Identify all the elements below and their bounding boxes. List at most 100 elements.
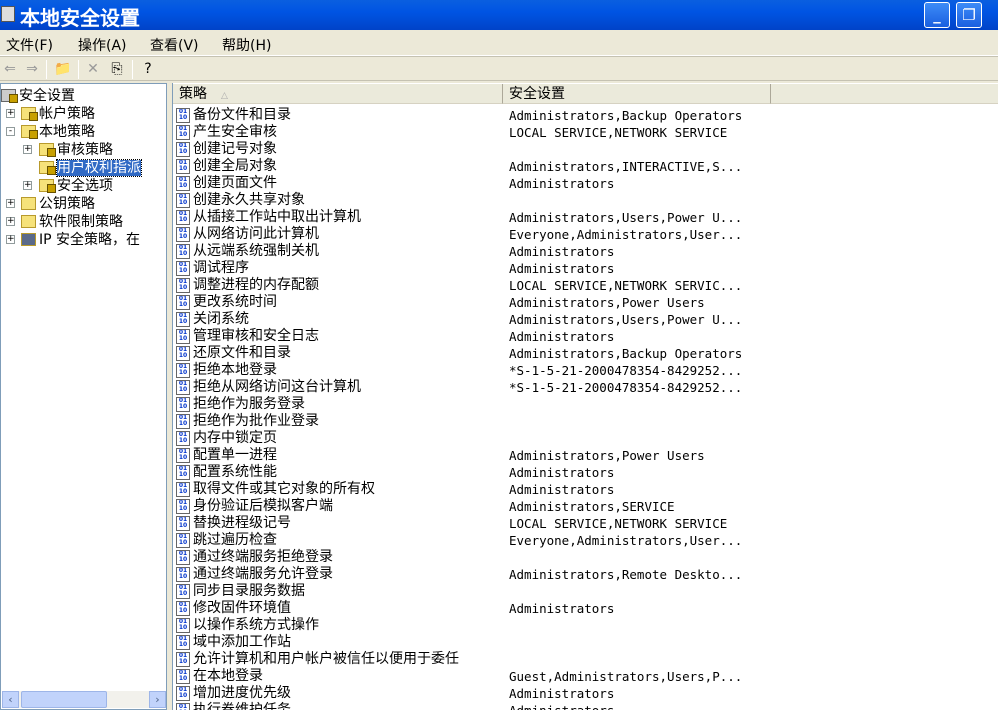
policy-setting: Administrators,SERVICE	[509, 499, 675, 514]
policy-name: 从网络访问此计算机	[193, 226, 319, 242]
table-row[interactable]: 0110执行卷维护任务 Administrators	[173, 702, 998, 710]
table-row[interactable]: 01 10 配置单一进程 Administrators,Power Users	[173, 447, 998, 464]
table-row[interactable]: 01 10 创建记号对象	[173, 141, 998, 158]
policy-name: 允许计算机和用户帐户被信任以便用于委任	[193, 651, 459, 667]
policy-setting: Administrators,INTERACTIVE,S...	[509, 159, 743, 174]
help-icon[interactable]: ?	[139, 60, 157, 78]
horizontal-scrollbar[interactable]: ‹ ›	[2, 691, 166, 708]
table-row[interactable]: 01 10 从网络访问此计算机 Everyone,Administrators,Use…	[173, 226, 998, 243]
policy-name: 身份验证后模拟客户端	[193, 498, 333, 514]
table-row[interactable]: 01 10 拒绝从网络访问这台计算机 *S-1-5-21-2000478354-842…	[173, 379, 998, 396]
table-row[interactable]: 01 10 通过终端服务允许登录 Administrators,Remote Desk…	[173, 566, 998, 583]
policy-icon: 0110	[176, 550, 190, 565]
up-folder-icon[interactable]: 📁	[54, 60, 72, 78]
column-header-setting[interactable]: 安全设置	[503, 84, 771, 104]
table-row[interactable]: 01 10 还原文件和目录 Administrators,Backup Operato…	[173, 345, 998, 362]
column-header-policy[interactable]: 策略 △	[173, 84, 503, 104]
policy-icon: 0110	[176, 176, 190, 191]
tree-item[interactable]: + IP 安全策略，在	[6, 231, 140, 249]
tree-item[interactable]: + 安全选项	[23, 177, 113, 195]
table-row[interactable]: 01 10 调试程序 Administrators	[173, 260, 998, 277]
minimize-button[interactable]: _	[924, 2, 950, 28]
table-row[interactable]: 01 10 在本地登录 Guest,Administrators,Users,P...	[173, 668, 998, 685]
expand-icon[interactable]: +	[6, 199, 15, 208]
table-row[interactable]: 01 10 以操作系统方式操作	[173, 617, 998, 634]
table-row[interactable]: 01 10 跳过遍历检查 Everyone,Administrators,User..…	[173, 532, 998, 549]
menu-file[interactable]: 文件(F)	[6, 35, 53, 55]
policy-name: 产生安全审核	[193, 124, 277, 140]
tree-item-label: 帐户策略	[39, 106, 95, 122]
locked-folder-icon	[21, 107, 38, 121]
policy-icon: 0110	[176, 635, 190, 650]
expand-icon[interactable]: +	[23, 145, 32, 154]
menu-view[interactable]: 查看(V)	[150, 35, 199, 55]
tree-item[interactable]: 安全设置	[1, 87, 75, 105]
scroll-right-button[interactable]: ›	[149, 691, 166, 708]
policy-name: 同步目录服务数据	[193, 583, 305, 599]
table-row[interactable]: 01 10 替换进程级记号 LOCAL SERVICE,NETWORK SERVICE	[173, 515, 998, 532]
expand-icon[interactable]: +	[6, 109, 15, 118]
table-row[interactable]: 01 10 修改固件环境值 Administrators	[173, 600, 998, 617]
policy-icon: 0110	[176, 482, 190, 497]
table-row[interactable]: 01 10 备份文件和目录 Administrators,Backup Operato…	[173, 107, 998, 124]
table-row[interactable]: 01 10 创建页面文件 Administrators	[173, 175, 998, 192]
tree-item[interactable]: + 软件限制策略	[6, 213, 123, 231]
delete-icon[interactable]: ✕	[84, 60, 102, 78]
table-row[interactable]: 01 10 域中添加工作站	[173, 634, 998, 651]
table-row[interactable]: 01 10 同步目录服务数据	[173, 583, 998, 600]
table-row[interactable]: 01 10 通过终端服务拒绝登录	[173, 549, 998, 566]
tree-item-label: 审核策略	[57, 142, 113, 158]
expand-icon[interactable]: +	[23, 181, 32, 190]
table-row[interactable]: 01 10 更改系统时间 Administrators,Power Users	[173, 294, 998, 311]
policy-setting: Administrators	[509, 465, 615, 480]
export-list-icon[interactable]: ⎘	[108, 60, 126, 78]
policy-icon: 0110	[176, 601, 190, 616]
forward-icon[interactable]: ⇒	[23, 60, 41, 78]
back-icon[interactable]: ⇐	[1, 60, 19, 78]
policy-name: 修改固件环境值	[193, 600, 291, 616]
tree-item[interactable]: + 审核策略	[23, 141, 113, 159]
policy-name: 内存中锁定页	[193, 430, 277, 446]
scroll-thumb[interactable]	[21, 691, 107, 708]
table-row[interactable]: 01 10 拒绝本地登录 *S-1-5-21-2000478354-8429252..…	[173, 362, 998, 379]
expand-icon[interactable]: +	[6, 217, 15, 226]
scroll-left-button[interactable]: ‹	[2, 691, 19, 708]
table-row[interactable]: 01 10 拒绝作为批作业登录	[173, 413, 998, 430]
policy-name: 关闭系统	[193, 311, 249, 327]
tree-item[interactable]: 用户权利指派	[39, 159, 142, 177]
table-row[interactable]: 01 10 关闭系统 Administrators,Users,Power U...	[173, 311, 998, 328]
table-row[interactable]: 01 10 增加进度优先级 Administrators	[173, 685, 998, 702]
policy-setting: *S-1-5-21-2000478354-8429252...	[509, 380, 743, 395]
policy-icon: 0110	[176, 448, 190, 463]
table-row[interactable]: 01 10 身份验证后模拟客户端 Administrators,SERVICE	[173, 498, 998, 515]
tree-item[interactable]: + 帐户策略	[6, 105, 95, 123]
menu-action[interactable]: 操作(A)	[78, 35, 127, 55]
table-row[interactable]: 01 10 配置系统性能 Administrators	[173, 464, 998, 481]
expand-icon[interactable]: +	[6, 235, 15, 244]
table-row[interactable]: 01 10 产生安全审核 LOCAL SERVICE,NETWORK SERVICE	[173, 124, 998, 141]
policy-name: 还原文件和目录	[193, 345, 291, 361]
table-row[interactable]: 01 10 调整进程的内存配额 LOCAL SERVICE,NETWORK SERVI…	[173, 277, 998, 294]
policy-setting: Administrators,Power Users	[509, 448, 705, 463]
policy-icon: 0110	[176, 227, 190, 242]
table-row[interactable]: 01 10 取得文件或其它对象的所有权 Administrators	[173, 481, 998, 498]
tree-item[interactable]: - 本地策略	[6, 123, 95, 141]
menu-help[interactable]: 帮助(H)	[222, 35, 271, 55]
table-row[interactable]: 01 10 允许计算机和用户帐户被信任以便用于委任	[173, 651, 998, 668]
policy-icon: 0110	[176, 652, 190, 667]
table-row[interactable]: 01 10 从远端系统强制关机 Administrators	[173, 243, 998, 260]
policy-name: 拒绝作为批作业登录	[193, 413, 319, 429]
tree-item-label: 软件限制策略	[39, 214, 123, 230]
table-row[interactable]: 01 10 内存中锁定页	[173, 430, 998, 447]
maximize-button[interactable]: ❐	[956, 2, 982, 28]
table-row[interactable]: 01 10 创建全局对象 Administrators,INTERACTIVE,S..…	[173, 158, 998, 175]
collapse-icon[interactable]: -	[6, 127, 15, 136]
table-row[interactable]: 01 10 管理审核和安全日志 Administrators	[173, 328, 998, 345]
tree-item[interactable]: + 公钥策略	[6, 195, 95, 213]
table-row[interactable]: 01 10 创建永久共享对象	[173, 192, 998, 209]
policy-setting: Administrators	[509, 702, 614, 710]
policy-icon: 0110	[176, 618, 190, 633]
policy-name: 在本地登录	[193, 668, 263, 684]
table-row[interactable]: 01 10 拒绝作为服务登录	[173, 396, 998, 413]
table-row[interactable]: 01 10 从插接工作站中取出计算机 Administrators,Users,Pow…	[173, 209, 998, 226]
